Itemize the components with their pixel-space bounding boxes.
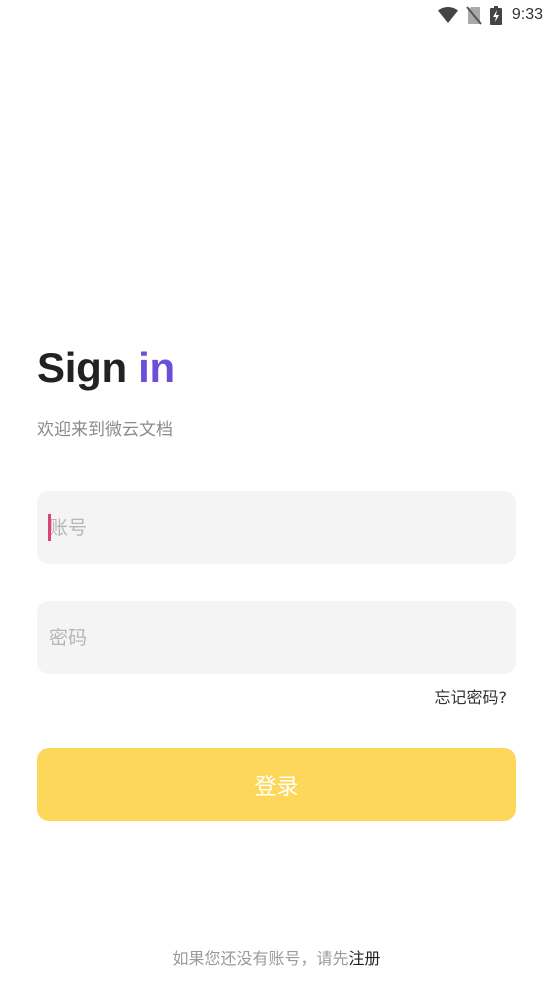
page-title: Sign in xyxy=(37,340,175,396)
text-caret xyxy=(48,514,51,541)
wifi-icon xyxy=(437,6,458,24)
account-field-container xyxy=(37,491,516,564)
register-prompt: 如果您还没有账号，请先注册 xyxy=(0,947,553,971)
status-time: 9:33 xyxy=(511,6,543,23)
account-input[interactable] xyxy=(49,491,504,564)
status-bar: 9:33 xyxy=(0,0,553,30)
register-prompt-text: 如果您还没有账号，请先 xyxy=(172,949,349,968)
title-in: in xyxy=(138,344,175,391)
status-icons: 9:33 xyxy=(437,5,543,25)
title-sign: Sign xyxy=(37,344,127,391)
forgot-password-link[interactable]: 忘记密码? xyxy=(435,687,508,709)
battery-charging-icon xyxy=(489,5,502,25)
login-button[interactable]: 登录 xyxy=(37,748,516,821)
password-field-container xyxy=(37,601,516,674)
password-input[interactable] xyxy=(49,601,504,674)
welcome-subtitle: 欢迎来到微云文档 xyxy=(37,420,173,440)
no-sim-icon xyxy=(466,5,482,25)
register-link[interactable]: 注册 xyxy=(349,949,381,968)
